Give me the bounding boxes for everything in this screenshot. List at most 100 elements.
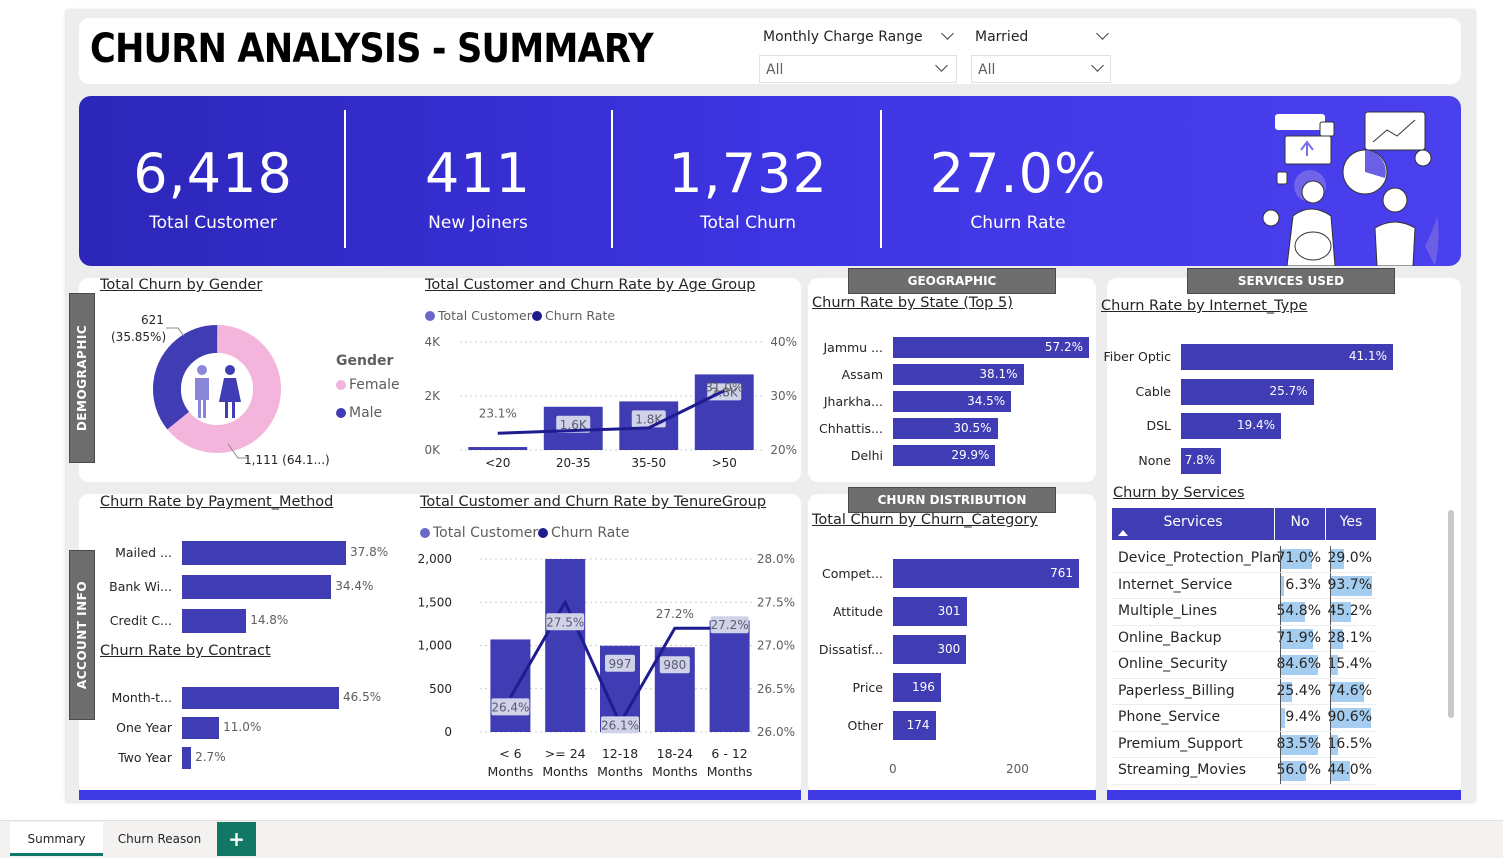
age-group-chart[interactable]: 0K2K4K20%30%40%<20 20-351.6K35-501.8K>502… xyxy=(420,330,800,475)
age-chart-title: Total Customer and Churn Rate by Age Gro… xyxy=(425,277,756,293)
service-name: Premium_Support xyxy=(1118,735,1243,752)
tenure-line-label: 27.2% xyxy=(656,607,694,621)
axis-line xyxy=(1330,705,1331,731)
state-chart-title: Churn Rate by State (Top 5) xyxy=(812,295,1013,311)
state-bar-value: 30.5% xyxy=(953,420,992,435)
male-icon xyxy=(197,365,207,375)
kpi-divider xyxy=(880,110,882,248)
legend-male[interactable]: Male xyxy=(336,405,382,421)
service-yes-value: 74.6% xyxy=(1327,682,1372,699)
table-row[interactable]: Paperless_Billing 25.4% 74.6% xyxy=(1112,678,1376,705)
kpi-total-churn-value: 1,732 xyxy=(668,142,828,205)
tenure-y-tick: 2,000 xyxy=(418,552,452,566)
slicer-monthly-charge-value: All xyxy=(766,62,784,78)
tenure-legend-churn[interactable]: Churn Rate xyxy=(538,525,629,541)
axis-line xyxy=(1280,625,1281,652)
legend-female[interactable]: Female xyxy=(336,377,400,393)
section-tab-services-used: SERVICES USED xyxy=(1187,268,1395,294)
age-line-label: 31.0% xyxy=(705,381,743,395)
age-y-tick: 2K xyxy=(424,389,441,403)
legend-dot xyxy=(538,528,548,538)
age-y-tick: 0K xyxy=(424,443,441,457)
internet-bar-value: 41.1% xyxy=(1348,349,1387,363)
category-category-label: Other xyxy=(847,717,884,733)
category-bar-value: 300 xyxy=(937,641,961,656)
axis-line xyxy=(1280,678,1281,705)
gender-legend-title: Gender xyxy=(336,353,394,369)
tenure-x-tick: < 6 xyxy=(499,746,521,761)
table-row[interactable]: Streaming_Movies 56.0% 44.0% xyxy=(1112,758,1376,785)
table-row[interactable]: Premium_Support 83.5% 16.5% xyxy=(1112,731,1376,758)
kpi-new-joiners-value: 411 xyxy=(424,142,532,205)
axis-line xyxy=(1280,705,1281,731)
service-yes-value: 45.2% xyxy=(1327,603,1372,619)
tenure-y-tick: 1,500 xyxy=(418,595,452,609)
add-page-button[interactable]: + xyxy=(217,822,256,856)
section-tab-demographic: DEMOGRAPHIC xyxy=(69,293,95,463)
contract-bar[interactable] xyxy=(182,747,192,769)
table-row[interactable]: Internet_Service 6.3% 93.7% xyxy=(1112,572,1376,599)
legend-dot xyxy=(336,408,346,418)
tenure-chart-title: Total Customer and Churn Rate by TenureG… xyxy=(420,494,767,510)
service-name: Online_Security xyxy=(1118,656,1228,672)
page-title: CHURN ANALYSIS - SUMMARY xyxy=(90,26,654,72)
column-header-no[interactable]: No xyxy=(1275,508,1325,540)
kpi-total-customer-label: Total Customer xyxy=(149,213,277,233)
leader-line xyxy=(166,327,185,337)
slicer-married-dropdown[interactable]: All xyxy=(971,55,1111,83)
contract-bar[interactable] xyxy=(182,717,220,739)
sort-ascending-icon[interactable] xyxy=(1118,530,1128,536)
tenure-x-tick: 18-24 xyxy=(657,746,693,761)
table-row[interactable]: Multiple_Lines 54.8% 45.2% xyxy=(1112,599,1376,626)
kpi-divider xyxy=(611,110,613,248)
payment-bar[interactable] xyxy=(182,575,332,599)
tenure-y-tick: 500 xyxy=(429,682,452,696)
service-yes-value: 44.0% xyxy=(1327,762,1372,778)
legend-dot xyxy=(420,528,430,538)
slicer-married-label: Married xyxy=(975,29,1029,45)
category-category-label: Dissatisf... xyxy=(818,641,883,657)
internet-category-label: DSL xyxy=(1146,418,1171,433)
contract-bar-value: 2.7% xyxy=(195,750,226,764)
axis-line xyxy=(1280,599,1281,625)
kpi-churn-rate-label: Churn Rate xyxy=(970,213,1066,233)
age-churn-line xyxy=(497,389,725,435)
table-row[interactable]: Phone_Service 9.4% 90.6% xyxy=(1112,705,1376,732)
table-row[interactable]: Online_Backup 71.9% 28.1% xyxy=(1112,625,1376,652)
accent-strip xyxy=(808,790,1096,800)
female-icon xyxy=(225,365,235,375)
axis-line xyxy=(1330,731,1331,758)
kpi-total-customer-value: 6,418 xyxy=(133,142,293,205)
service-yes-value: 28.1% xyxy=(1327,629,1372,646)
state-category-label: Assam xyxy=(841,366,883,382)
age-legend-total[interactable]: Total Customer xyxy=(425,308,532,323)
slicer-married-value: All xyxy=(978,62,996,78)
age-legend-churn[interactable]: Churn Rate xyxy=(532,308,615,323)
column-header-services[interactable]: Services xyxy=(1112,508,1274,540)
age-line-label: 23.1% xyxy=(479,406,517,420)
slicer-monthly-charge-dropdown[interactable]: All xyxy=(759,55,957,83)
table-row[interactable]: Device_Protection_Plan 71.0% 29.0% xyxy=(1112,546,1376,573)
category-category-label: Price xyxy=(852,679,884,695)
kpi-new-joiners-label: New Joiners xyxy=(428,213,528,233)
state-category-label: Chhattis... xyxy=(819,420,883,436)
tenure-line-label: 26.1% xyxy=(601,718,639,732)
payment-bar[interactable] xyxy=(182,541,346,565)
table-row[interactable]: Online_Security 84.6% 15.4% xyxy=(1112,652,1376,679)
tenure-group-chart[interactable]: 05001,0001,5002,00026.0%26.5%27.0%27.5%2… xyxy=(410,548,800,783)
payment-bar-value: 34.4% xyxy=(335,579,374,593)
axis-line xyxy=(1330,758,1331,784)
payment-bar-value: 37.8% xyxy=(350,545,389,559)
axis-line xyxy=(1280,758,1281,784)
payment-bar[interactable] xyxy=(182,609,247,633)
axis-line xyxy=(1330,678,1331,705)
contract-bar[interactable] xyxy=(182,687,339,709)
page-tab-churn-reason[interactable]: Churn Reason xyxy=(107,822,212,856)
table-scrollbar[interactable] xyxy=(1448,510,1454,718)
category-x-tick: 200 xyxy=(1006,762,1029,776)
page-tab-summary[interactable]: Summary xyxy=(10,822,103,856)
contract-category-label: Two Year xyxy=(118,750,172,765)
internet-bar-value: 19.4% xyxy=(1236,418,1276,432)
column-header-yes[interactable]: Yes xyxy=(1326,508,1376,540)
tenure-legend-total[interactable]: Total Customer xyxy=(420,525,538,541)
